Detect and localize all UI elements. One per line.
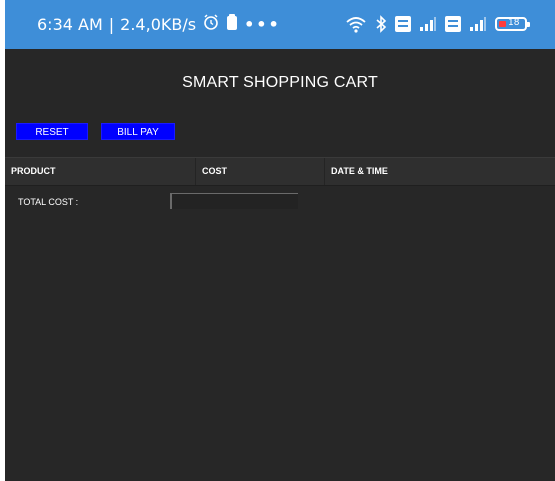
status-right: 18 [345,12,530,36]
battery-tip [527,22,530,27]
total-cost-label: TOTAL COST : [18,197,79,207]
battery-level: 18 [508,18,520,28]
column-header-product: PRODUCT [11,166,56,176]
reset-button[interactable]: RESET [16,123,88,140]
total-cost-field[interactable] [170,193,298,209]
page-title: SMART SHOPPING CART [182,74,378,91]
column-divider [324,158,325,185]
volte-icon [395,16,411,32]
status-separator: | [108,14,115,34]
battery-fill [499,21,506,27]
column-divider [195,158,196,185]
column-header-cost: COST [202,166,228,176]
alarm-icon [202,13,220,35]
bluetooth-icon [375,15,387,33]
battery-icon: 18 [495,17,530,31]
storage-icon [226,13,238,35]
bill-pay-button[interactable]: BILL PAY [101,123,175,140]
volte-icon-2 [445,16,461,32]
wifi-icon [345,15,367,33]
signal-icon [419,16,437,32]
status-time: 6:34 AM [37,14,103,34]
table-header: PRODUCT COST DATE & TIME [5,157,555,186]
status-bar: 6:34 AM | 2.4,0KB/s ••• 18 [5,0,555,49]
status-left: 6:34 AM | 2.4,0KB/s ••• [37,12,281,36]
signal-icon-2 [469,16,487,32]
network-speed: 2.4,0KB/s [120,14,197,34]
app-screen: 6:34 AM | 2.4,0KB/s ••• 18 SMART SHOPPIN… [5,0,555,481]
column-header-date-time: DATE & TIME [331,166,388,176]
more-notifications: ••• [244,14,281,34]
